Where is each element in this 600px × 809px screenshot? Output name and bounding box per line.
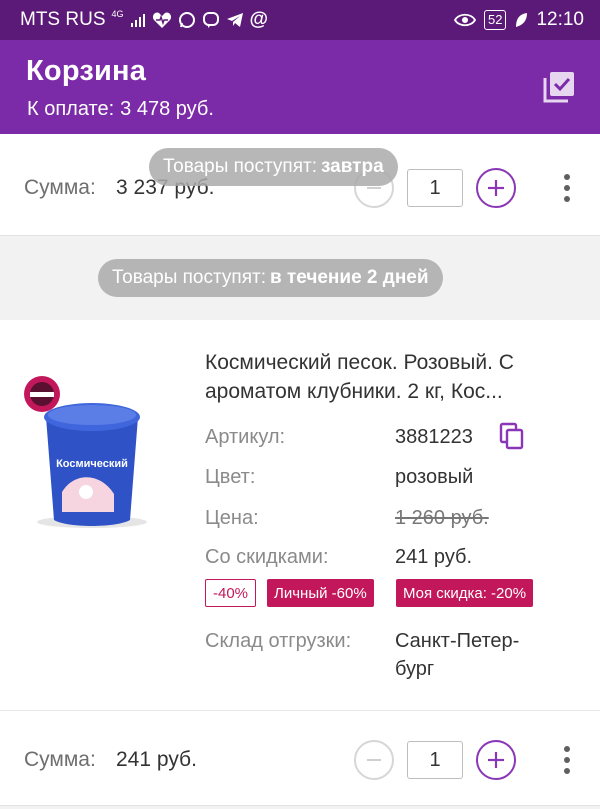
- my-discount-badge: Моя скидка: -20%: [396, 579, 534, 607]
- product-title[interactable]: Космический песок. Розовый. С ароматом к…: [205, 348, 575, 406]
- quantity-input[interactable]: [407, 741, 463, 779]
- more-options-button[interactable]: [557, 168, 577, 208]
- sum-label: Сумма:: [24, 176, 96, 199]
- warehouse-label: Склад отгрузки:: [205, 630, 352, 652]
- decrease-quantity-button[interactable]: [354, 740, 394, 780]
- checklist-icon: [541, 69, 577, 110]
- color-value: розовый: [395, 466, 474, 488]
- discount-price-value: 241 руб.: [395, 546, 473, 568]
- price-label: Цена:: [205, 507, 259, 529]
- sum-value: 241 руб.: [116, 748, 197, 771]
- sum-row: Сумма: 241 руб.: [0, 730, 600, 790]
- leaf-icon: [514, 12, 528, 28]
- carrier-name: MTS RUS: [20, 9, 106, 30]
- payment-total: К оплате: 3 478 руб.: [27, 98, 214, 121]
- network-type: 4G: [111, 9, 124, 19]
- quantity-input[interactable]: [407, 169, 463, 207]
- delivery-date-pill: Товары поступят: в течение 2 дней: [98, 259, 443, 297]
- personal-discount-badge: Личный -60%: [267, 579, 374, 607]
- increase-quantity-button[interactable]: [476, 168, 516, 208]
- product-image[interactable]: Космический: [22, 372, 162, 532]
- app-bar: Корзина К оплате: 3 478 руб.: [0, 40, 600, 134]
- delivery-date-pill: Товары поступят: завтра: [149, 148, 398, 186]
- sum-label: Сумма:: [24, 748, 96, 771]
- delivery-value: завтра: [320, 156, 384, 177]
- viber-icon: [202, 11, 220, 29]
- telegram-icon: [226, 12, 244, 28]
- increase-quantity-button[interactable]: [476, 740, 516, 780]
- copy-icon: [499, 422, 524, 450]
- page-title: Корзина: [26, 55, 147, 87]
- article-value: 3881223: [395, 426, 473, 448]
- cart-item-summary: Сумма: 241 руб.: [0, 710, 600, 806]
- discount-price-label: Со скидками:: [205, 546, 329, 568]
- product-image-label: Космический: [56, 458, 128, 470]
- whatsapp-icon: [178, 11, 196, 29]
- clock: 12:10: [536, 9, 584, 30]
- color-label: Цвет:: [205, 466, 256, 488]
- delivery-prefix: Товары поступят:: [112, 267, 266, 288]
- delivery-value: в течение 2 дней: [269, 267, 429, 288]
- original-price: 1 260 руб.: [395, 507, 489, 529]
- status-bar: MTS RUS 4G @ 52 12:10: [0, 0, 600, 40]
- at-icon: @: [249, 9, 269, 30]
- delivery-prefix: Товары поступят:: [163, 156, 317, 177]
- minus-icon: [367, 759, 381, 761]
- discount-badge: -40%: [205, 579, 257, 607]
- plus-icon: [488, 752, 504, 768]
- battery-level: 52: [487, 12, 503, 27]
- eye-icon: [453, 13, 476, 27]
- select-all-button[interactable]: [540, 70, 578, 108]
- copy-article-button[interactable]: [499, 422, 525, 450]
- warehouse-value-line1: Санкт-Петер-: [395, 630, 520, 652]
- article-label: Артикул:: [205, 426, 286, 448]
- signal-icon: [130, 12, 146, 28]
- more-options-button[interactable]: [557, 740, 577, 780]
- payment-value: 3 478 руб.: [120, 98, 214, 120]
- warehouse-value-line2: бург: [395, 658, 435, 680]
- plus-icon: [488, 180, 504, 196]
- payment-label: К оплате:: [27, 98, 115, 120]
- heart-icon: [152, 11, 172, 29]
- battery-icon: 52: [483, 10, 507, 30]
- cart-product-card: Космический Космический песок. Розовый. …: [0, 320, 600, 710]
